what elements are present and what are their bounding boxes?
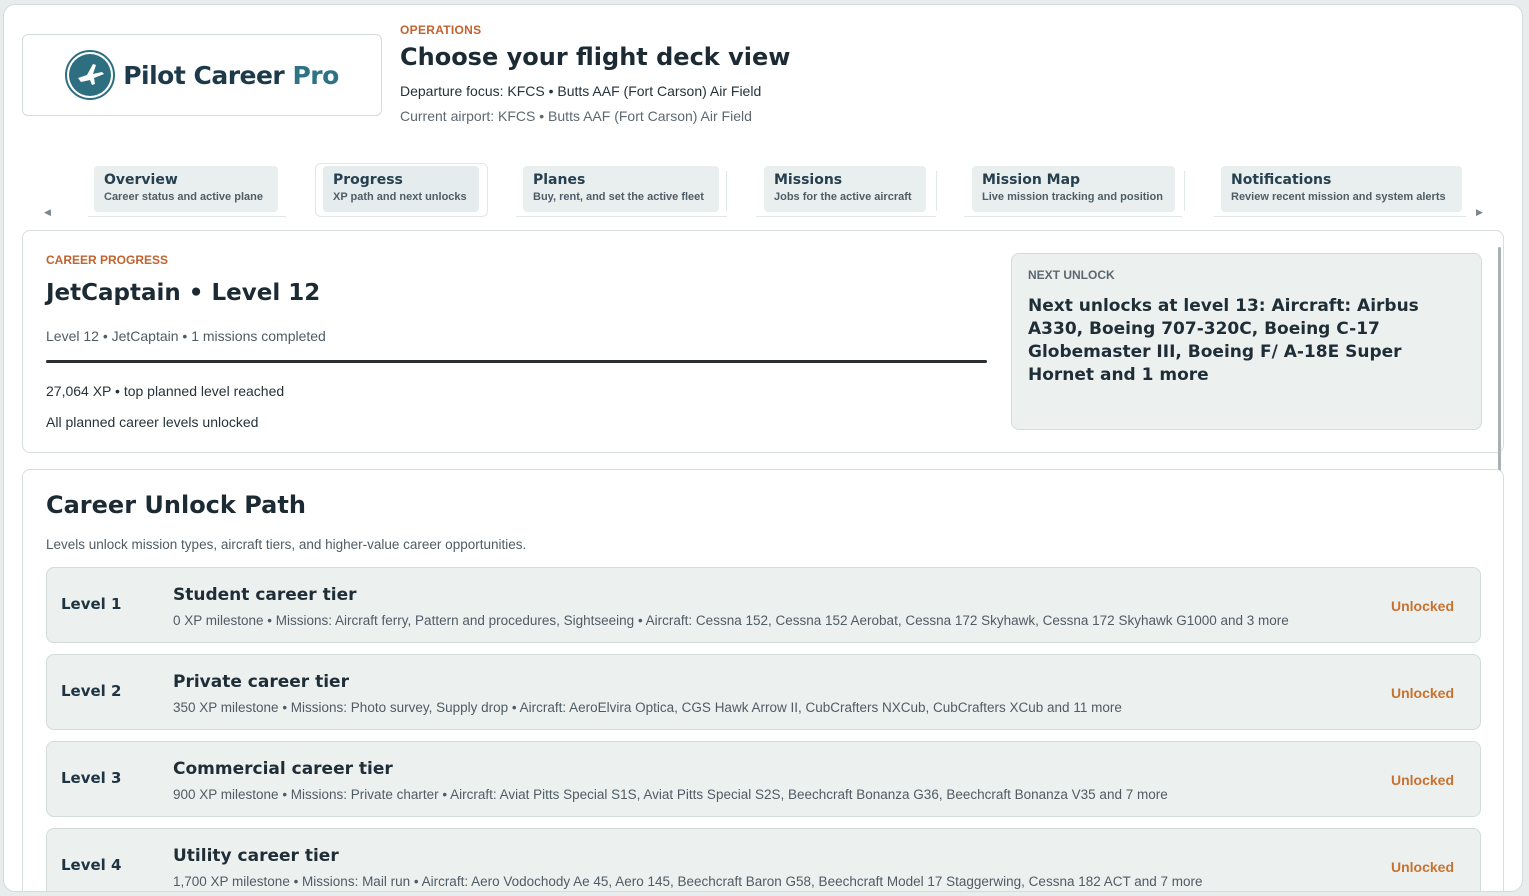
- next-unlock-text: Next unlocks at level 13: Aircraft: Airb…: [1028, 296, 1419, 385]
- progress-subtitle: Level 12 • JetCaptain • 1 missions compl…: [46, 328, 326, 344]
- progress-title: JetCaptain • Level 12: [46, 280, 321, 306]
- app-window: Pilot Career Pro OPERATIONS Choose your …: [3, 4, 1523, 892]
- scroll-left-icon[interactable]: ◀: [44, 207, 51, 218]
- scrollbar-thumb[interactable]: [1498, 247, 1501, 479]
- level-name: Commercial career tier: [173, 759, 393, 779]
- level-number: Level 3: [61, 769, 122, 787]
- next-unlock-eyebrow: NEXT UNLOCK: [1028, 268, 1115, 282]
- tab-progress[interactable]: Progress XP path and next unlocks: [323, 166, 479, 212]
- next-unlock-card: NEXT UNLOCK Next unlocks at level 13: Ai…: [1011, 253, 1482, 430]
- page-title: Choose your flight deck view: [400, 43, 791, 71]
- tab-notifications[interactable]: Notifications Review recent mission and …: [1221, 166, 1462, 212]
- xp-progress-bar: [46, 360, 987, 363]
- level-description: 0 XP milestone • Missions: Aircraft ferr…: [173, 613, 1289, 628]
- xp-progress-fill: [46, 360, 987, 363]
- level-description: 350 XP milestone • Missions: Photo surve…: [173, 700, 1122, 715]
- level-name: Utility career tier: [173, 846, 339, 866]
- level-row[interactable]: Level 4 Utility career tier 1,700 XP mil…: [46, 828, 1481, 891]
- level-status-badge: Unlocked: [1390, 859, 1454, 875]
- level-description: 1,700 XP milestone • Missions: Mail run …: [173, 874, 1203, 889]
- tab-mission-map[interactable]: Mission Map Live mission tracking and po…: [972, 166, 1175, 212]
- career-unlock-path: Career Unlock Path Levels unlock mission…: [22, 469, 1504, 891]
- level-row[interactable]: Level 2 Private career tier 350 XP miles…: [46, 654, 1481, 730]
- tab-planes[interactable]: Planes Buy, rent, and set the active fle…: [523, 166, 719, 212]
- xp-summary: 27,064 XP • top planned level reached: [46, 383, 285, 399]
- level-row[interactable]: Level 1 Student career tier 0 XP milesto…: [46, 567, 1481, 643]
- levels-status: All planned career levels unlocked: [46, 414, 259, 430]
- level-description: 900 XP milestone • Missions: Private cha…: [173, 787, 1168, 802]
- scroll-right-icon[interactable]: ▶: [1476, 207, 1483, 218]
- tab-bar: ◀ ▶ Overview Career status and active pl…: [4, 163, 1522, 219]
- path-title: Career Unlock Path: [46, 491, 306, 519]
- header-info: OPERATIONS Choose your flight deck view …: [400, 23, 790, 124]
- level-status-badge: Unlocked: [1390, 685, 1454, 701]
- level-number: Level 4: [61, 856, 122, 874]
- level-row[interactable]: Level 3 Commercial career tier 900 XP mi…: [46, 741, 1481, 817]
- header-eyebrow: OPERATIONS: [400, 23, 482, 37]
- progress-eyebrow: CAREER PROGRESS: [46, 253, 169, 267]
- level-status-badge: Unlocked: [1390, 772, 1454, 788]
- level-number: Level 1: [61, 595, 122, 613]
- level-name: Private career tier: [173, 672, 349, 692]
- level-number: Level 2: [61, 682, 122, 700]
- departure-focus: Departure focus: KFCS • Butts AAF (Fort …: [400, 83, 762, 99]
- current-airport: Current airport: KFCS • Butts AAF (Fort …: [400, 108, 752, 124]
- airplane-logo-icon: [65, 50, 116, 100]
- brand-logo: Pilot Career Pro: [22, 34, 382, 116]
- level-status-badge: Unlocked: [1390, 598, 1454, 614]
- brand-name: Pilot Career Pro: [123, 60, 339, 90]
- tab-missions[interactable]: Missions Jobs for the active aircraft: [764, 166, 926, 212]
- tab-overview[interactable]: Overview Career status and active plane: [94, 166, 278, 212]
- career-progress-panel: CAREER PROGRESS JetCaptain • Level 12 Le…: [22, 230, 1504, 453]
- path-subtitle: Levels unlock mission types, aircraft ti…: [46, 537, 527, 552]
- level-name: Student career tier: [173, 585, 357, 605]
